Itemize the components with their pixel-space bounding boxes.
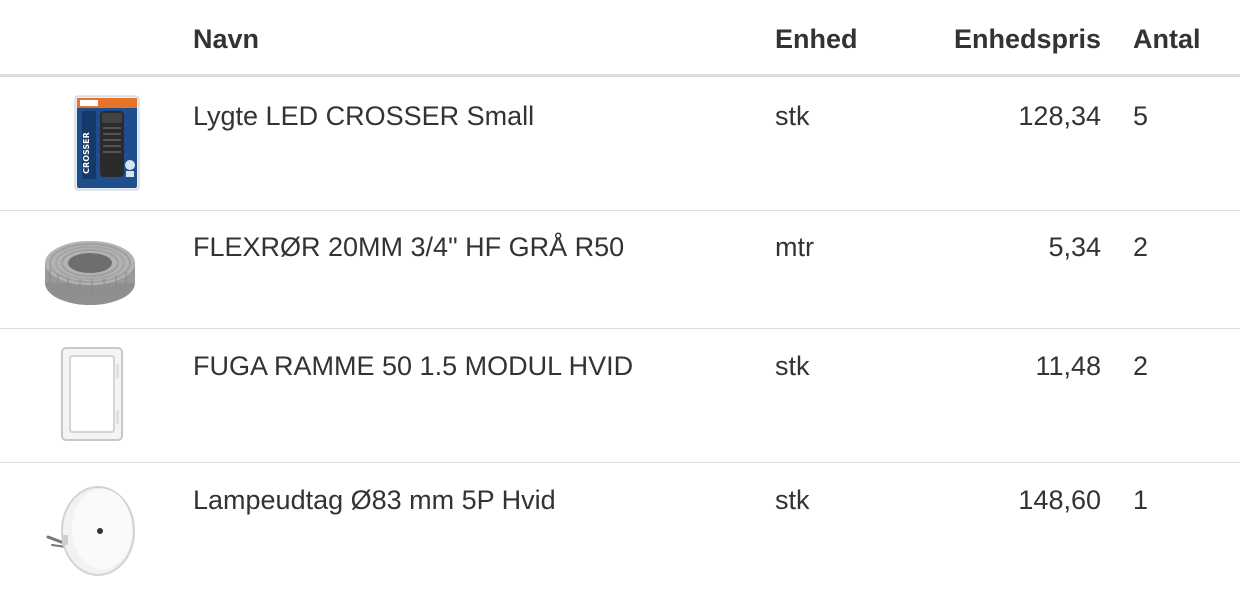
frame-icon[interactable] [40, 344, 144, 448]
product-quantity: 1 [1133, 485, 1149, 515]
product-price: 128,34 [1018, 101, 1101, 131]
table-row[interactable]: Lampeudtag Ø83 mm 5P Hvid stk 148,60 1 [0, 463, 1240, 613]
table-row[interactable]: FLEXRØR 20MM 3/4" HF GRÅ R50 mtr 5,34 2 [0, 211, 1240, 329]
ceiling-outlet-icon[interactable] [40, 481, 144, 585]
column-header-price[interactable]: Enhedspris [954, 23, 1101, 55]
product-quantity: 2 [1133, 351, 1149, 381]
product-name[interactable]: FLEXRØR 20MM 3/4" HF GRÅ R50 [193, 231, 624, 263]
table-row[interactable]: FUGA RAMME 50 1.5 MODUL HVID stk 11,48 2 [0, 329, 1240, 463]
flashlight-package-icon[interactable]: CROSSER [40, 95, 144, 199]
svg-text:CROSSER: CROSSER [82, 132, 91, 174]
table-header: Navn Enhed Enhedspris Antal [0, 0, 1240, 77]
product-name[interactable]: Lampeudtag Ø83 mm 5P Hvid [193, 484, 556, 516]
conduit-coil-icon[interactable] [40, 219, 144, 323]
product-unit: stk [775, 101, 810, 131]
column-header-unit[interactable]: Enhed [775, 23, 858, 55]
column-header-quantity[interactable]: Antal [1133, 23, 1201, 55]
product-price: 11,48 [1035, 351, 1101, 381]
product-unit: mtr [775, 232, 814, 262]
product-price: 148,60 [1018, 485, 1101, 515]
product-price: 5,34 [1048, 232, 1101, 262]
product-unit: stk [775, 351, 810, 381]
product-name[interactable]: FUGA RAMME 50 1.5 MODUL HVID [193, 350, 633, 382]
column-header-name[interactable]: Navn [193, 23, 259, 55]
product-unit: stk [775, 485, 810, 515]
product-quantity: 5 [1133, 101, 1149, 131]
product-quantity: 2 [1133, 232, 1149, 262]
table-row[interactable]: CROSSER Lygte LED CROSSER Small stk 128,… [0, 77, 1240, 211]
product-table: Navn Enhed Enhedspris Antal CROSSER Lygt… [0, 0, 1240, 613]
product-name[interactable]: Lygte LED CROSSER Small [193, 100, 534, 132]
